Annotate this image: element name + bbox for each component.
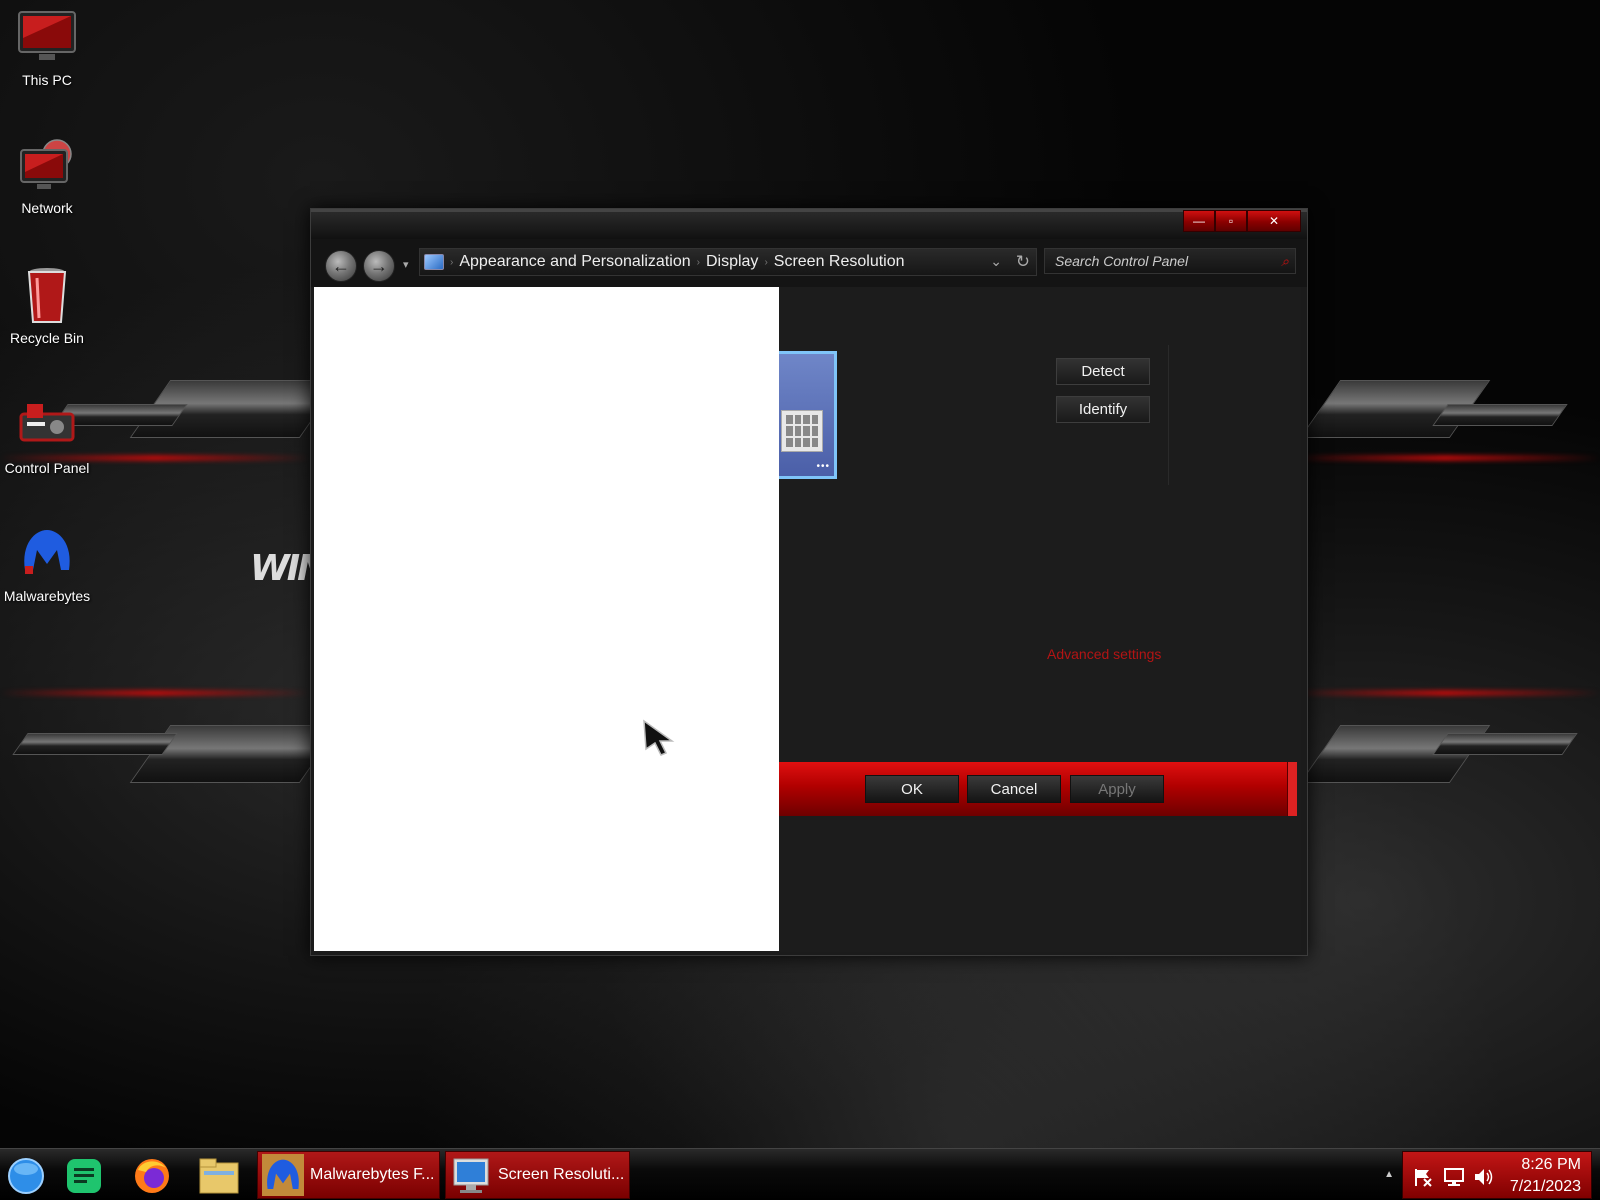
taskbar-notes-app[interactable]	[62, 1154, 106, 1198]
action-bar: OK Cancel Apply	[779, 762, 1297, 816]
window-controls: — ▫ ✕	[1183, 210, 1301, 232]
desktop-icon-this-pc[interactable]: This PC	[0, 8, 94, 88]
search-input[interactable]: Search Control Panel ⌕	[1044, 248, 1296, 274]
taskbar-app-label: Malwarebytes F...	[310, 1166, 435, 1183]
taskbar-file-explorer[interactable]	[196, 1154, 242, 1198]
navigation-bar: ← → ▾ › Appearance and Personalization ›…	[311, 239, 1307, 287]
clock-time[interactable]: 8:26 PM	[1521, 1156, 1581, 1174]
recent-pages-dropdown-icon[interactable]: ▾	[403, 258, 409, 271]
wallpaper-glow	[0, 690, 310, 696]
address-history-chevron-icon[interactable]: ⌄	[990, 253, 1002, 270]
breadcrumb-screen-resolution[interactable]: Screen Resolution	[774, 253, 905, 271]
display-settings-icon	[453, 1158, 489, 1193]
mouse-cursor-icon	[642, 719, 676, 762]
malwarebytes-icon	[17, 524, 77, 584]
action-center-flag-icon[interactable]	[1413, 1167, 1433, 1192]
address-bar[interactable]: › Appearance and Personalization › Displ…	[419, 248, 1037, 276]
back-button[interactable]: ←	[325, 250, 357, 282]
ok-button[interactable]: OK	[865, 775, 959, 803]
taskbar-malwarebytes[interactable]: Malwarebytes F...	[257, 1151, 440, 1199]
search-placeholder: Search Control Panel	[1055, 253, 1189, 269]
clock-date[interactable]: 7/21/2023	[1510, 1178, 1581, 1196]
desktop-icon-malwarebytes[interactable]: Malwarebytes	[0, 524, 94, 604]
malwarebytes-icon	[262, 1154, 304, 1196]
wallpaper-glow	[1290, 455, 1600, 461]
desktop-icon-label: Network	[21, 200, 73, 216]
breadcrumb-display[interactable]: Display	[706, 253, 758, 271]
maximize-button[interactable]: ▫	[1215, 210, 1247, 232]
breadcrumb-appearance[interactable]: Appearance and Personalization	[459, 253, 690, 271]
wallpaper-blade	[1432, 404, 1568, 426]
network-icon	[17, 136, 77, 196]
forward-button[interactable]: →	[363, 250, 395, 282]
wallpaper-blade	[1432, 733, 1578, 755]
desktop-icon-label: Recycle Bin	[10, 330, 84, 346]
apply-button[interactable]: Apply	[1070, 775, 1164, 803]
screen-resolution-window: — ▫ ✕ ← → ▾ › Appearance and Personaliza…	[310, 208, 1308, 956]
start-orb-icon	[8, 1158, 44, 1194]
taskbar-firefox[interactable]	[130, 1154, 174, 1198]
taskbar: Malwarebytes F... Screen Resoluti... ▲ 8…	[0, 1148, 1600, 1200]
network-status-icon[interactable]	[1443, 1167, 1465, 1192]
window-titlebar[interactable]: — ▫ ✕	[311, 209, 1307, 239]
minimize-button[interactable]: —	[1183, 210, 1215, 232]
folder-icon	[199, 1158, 239, 1194]
breadcrumb-separator-icon: ›	[450, 256, 454, 268]
control-panel-small-icon	[424, 254, 444, 270]
breadcrumb-separator-icon: ›	[696, 256, 700, 268]
desktop-icon-label: Control Panel	[4, 460, 90, 476]
detect-button[interactable]: Detect	[1056, 358, 1150, 385]
notes-icon	[67, 1159, 101, 1193]
taskbar-screen-resolution[interactable]: Screen Resoluti...	[445, 1151, 630, 1199]
blank-render-pane	[314, 287, 779, 951]
start-button[interactable]	[6, 1154, 46, 1198]
advanced-settings-link[interactable]: Advanced settings	[1047, 646, 1161, 662]
wallpaper-glow	[1290, 690, 1600, 696]
recycle-bin-icon	[17, 266, 77, 326]
system-tray: 8:26 PM 7/21/2023	[1402, 1151, 1592, 1199]
vertical-divider	[1168, 345, 1169, 485]
desktop-icon-network[interactable]: Network	[0, 136, 94, 216]
search-icon[interactable]: ⌕	[1281, 253, 1289, 270]
identify-button[interactable]: Identify	[1056, 396, 1150, 423]
desktop-icon-recycle-bin[interactable]: Recycle Bin	[0, 266, 94, 346]
refresh-icon[interactable]: ↻	[1016, 252, 1030, 272]
display-keypad-icon	[781, 410, 823, 452]
wallpaper-blade	[12, 733, 178, 755]
desktop-icon-label: Malwarebytes	[3, 588, 91, 604]
control-panel-icon	[17, 396, 77, 456]
volume-icon[interactable]	[1473, 1167, 1495, 1192]
breadcrumb-separator-icon: ›	[764, 256, 768, 268]
more-dots-icon: •••	[816, 461, 830, 472]
desktop-icon-control-panel[interactable]: Control Panel	[0, 396, 94, 476]
window-content: ••• Detect Identify Advanced settings OK…	[314, 287, 1301, 952]
display-monitor-preview[interactable]: •••	[779, 351, 837, 479]
taskbar-app-label: Screen Resoluti...	[498, 1166, 625, 1183]
desktop-icon-label: This PC	[22, 72, 72, 88]
monitor-icon	[17, 8, 77, 68]
cancel-button[interactable]: Cancel	[967, 775, 1061, 803]
firefox-icon	[135, 1159, 169, 1193]
close-button[interactable]: ✕	[1247, 210, 1301, 232]
show-hidden-icons-icon[interactable]: ▲	[1384, 1169, 1394, 1180]
